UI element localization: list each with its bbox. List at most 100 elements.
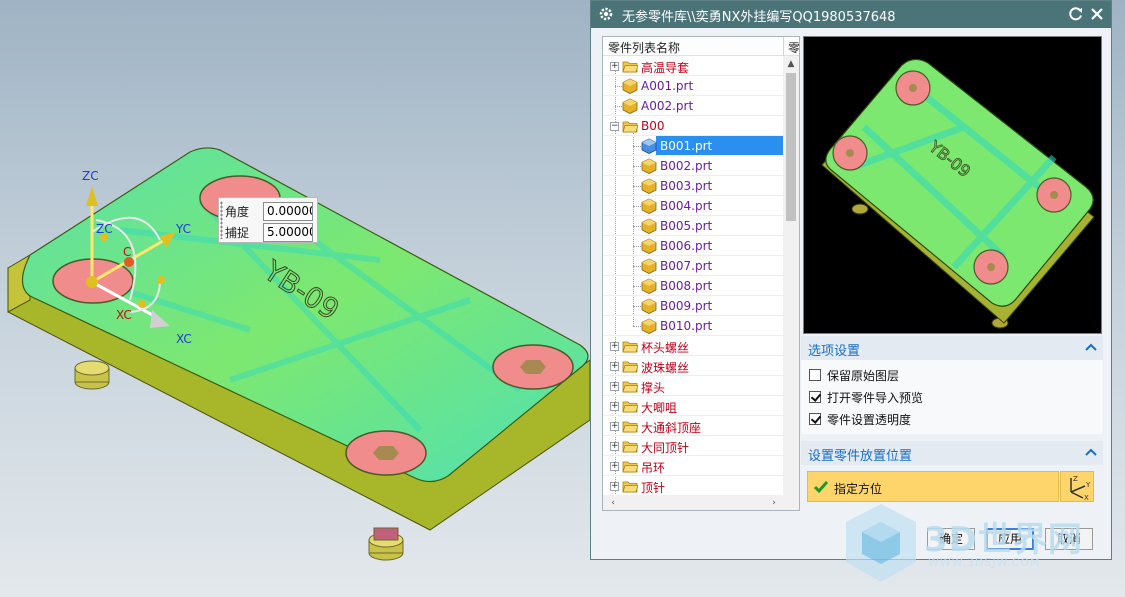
scroll-up-arrow[interactable]: ▲ <box>783 56 799 72</box>
tree-header: 零件列表名称 零 <box>603 37 799 56</box>
csys-dialog-button[interactable]: Z Y X <box>1060 471 1094 502</box>
tree-folder-item[interactable]: + 高温导套 <box>603 56 783 76</box>
expand-toggle-icon[interactable]: + <box>610 362 619 371</box>
tree-part-item[interactable]: A001.prt <box>603 76 783 96</box>
folder-icon <box>622 461 638 473</box>
tree-item-label: B006.prt <box>660 239 713 253</box>
folder-icon <box>622 441 638 453</box>
collapse-toggle-icon[interactable]: − <box>610 122 619 131</box>
tree-part-item[interactable]: B007.prt <box>603 256 783 276</box>
gear-icon <box>599 7 613 21</box>
specify-orientation-label: 指定方位 <box>834 482 883 496</box>
open-preview-checkbox[interactable]: 打开零件导入预览 <box>809 388 923 406</box>
reset-icon[interactable] <box>1068 6 1084 22</box>
part-cube-icon <box>622 78 638 94</box>
tree-part-item[interactable]: B006.prt <box>603 236 783 256</box>
expand-toggle-icon[interactable]: + <box>610 462 619 471</box>
tree-column-2[interactable]: 零 <box>788 39 799 56</box>
axis-label-c: C <box>123 245 131 259</box>
part-cube-icon <box>641 198 657 214</box>
tree-folder-item[interactable]: + 杯头螺丝 <box>603 336 783 356</box>
close-icon[interactable] <box>1089 6 1105 22</box>
tree-item-label: 杯头螺丝 <box>641 341 690 355</box>
csys-icon: Z Y X <box>1070 475 1091 502</box>
tree-part-item[interactable]: A002.prt <box>603 96 783 116</box>
tree-folder-item[interactable]: + 顶针 <box>603 476 783 496</box>
tree-item-label: B008.prt <box>660 279 713 293</box>
tree-item-label: B005.prt <box>660 219 713 233</box>
checkbox-box[interactable] <box>809 413 821 425</box>
tree-folder-item[interactable]: + 大唧咀 <box>603 396 783 416</box>
tree-part-item[interactable]: B008.prt <box>603 276 783 296</box>
keep-original-layer-checkbox[interactable]: 保留原始图层 <box>809 366 899 384</box>
angle-input[interactable]: 0.00000 <box>263 201 313 221</box>
folder-icon <box>622 361 638 373</box>
tree-item-label: 波珠螺丝 <box>641 361 690 375</box>
folder-icon <box>622 421 638 433</box>
watermark-text: 3D世界网 <box>924 520 1083 560</box>
plate-model: YB-09 ZC YC XC XC C ZC <box>7 147 590 561</box>
tree-item-label: B001.prt <box>660 139 713 153</box>
expand-toggle-icon[interactable]: + <box>610 482 619 491</box>
checkbox-label: 零件设置透明度 <box>827 412 912 427</box>
svg-text:Y: Y <box>1085 481 1091 489</box>
part-transparency-checkbox[interactable]: 零件设置透明度 <box>809 410 911 428</box>
tree-part-item[interactable]: B009.prt <box>603 296 783 316</box>
check-icon <box>814 481 828 494</box>
expand-toggle-icon[interactable]: + <box>610 342 619 351</box>
tree-folder-item[interactable]: + 大通斜顶座 <box>603 416 783 436</box>
collapse-chevron-icon[interactable] <box>1085 342 1097 352</box>
expand-toggle-icon[interactable]: + <box>610 422 619 431</box>
tree-item-label: 高温导套 <box>641 61 690 75</box>
part-tree[interactable]: 零件列表名称 零 + 高温导套 A001.prt A002.prt − B00 B001.p… <box>602 36 800 511</box>
tree-part-item[interactable]: B002.prt <box>603 156 783 176</box>
tree-horizontal-scrollbar[interactable]: ‹ › <box>603 495 799 510</box>
watermark-cube-logo <box>846 504 916 582</box>
tree-item-label: A001.prt <box>641 79 694 93</box>
tree-part-item[interactable]: B005.prt <box>603 216 783 236</box>
tree-rows: + 高温导套 A001.prt A002.prt − B00 B001.prt B002.pr… <box>603 56 783 496</box>
part-cube-icon <box>641 218 657 234</box>
tree-part-item[interactable]: B003.prt <box>603 176 783 196</box>
part-cube-icon <box>622 98 638 114</box>
tree-part-item[interactable]: B004.prt <box>603 196 783 216</box>
options-section-title: 选项设置 <box>808 344 861 359</box>
tree-folder-item[interactable]: + 大同顶针 <box>603 436 783 456</box>
tree-folder-item[interactable]: + 吊环 <box>603 456 783 476</box>
tree-part-item[interactable]: B010.prt <box>603 316 783 336</box>
tree-folder-item[interactable]: − B00 <box>603 116 783 136</box>
dialog-titlebar[interactable]: 无参零件库\\奕勇NX外挂编写QQ1980537648 <box>591 1 1111 28</box>
axis-label-yc: YC <box>175 222 191 236</box>
axis-label-zc-small: ZC <box>96 222 113 236</box>
scroll-right-arrow[interactable]: › <box>766 495 782 511</box>
specify-orientation-row[interactable]: 指定方位 <box>807 471 1059 502</box>
tree-item-label: 顶针 <box>641 481 666 495</box>
expand-toggle-icon[interactable]: + <box>610 402 619 411</box>
scroll-left-arrow[interactable]: ‹ <box>605 495 621 511</box>
expand-toggle-icon[interactable]: + <box>610 62 619 71</box>
checkbox-box[interactable] <box>809 369 821 381</box>
part-library-dialog: 无参零件库\\奕勇NX外挂编写QQ1980537648 零件列表名称 零 + 高温… <box>590 0 1112 560</box>
tree-item-label: 大通斜顶座 <box>641 421 702 435</box>
part-cube-icon <box>641 318 657 334</box>
tree-vertical-scrollbar[interactable]: ▲ <box>783 56 799 496</box>
tree-part-item[interactable]: B001.prt <box>603 136 783 156</box>
scroll-thumb[interactable] <box>786 73 796 221</box>
tree-column-name[interactable]: 零件列表名称 <box>608 39 680 56</box>
tree-folder-item[interactable]: + 撑头 <box>603 376 783 396</box>
folder-icon <box>622 381 638 393</box>
expand-toggle-icon[interactable]: + <box>610 442 619 451</box>
expand-toggle-icon[interactable]: + <box>610 382 619 391</box>
tree-item-label: B003.prt <box>660 179 713 193</box>
folder-icon <box>622 341 638 353</box>
part-preview: YB-09 <box>803 36 1102 334</box>
graphics-viewport[interactable]: YB-09 ZC YC XC XC C ZC 角度 0.00000 捕捉 5.0… <box>0 0 590 597</box>
options-section-header[interactable]: 选项设置 <box>801 336 1103 360</box>
checkbox-box[interactable] <box>809 391 821 403</box>
popup-drag-grip[interactable] <box>220 201 223 239</box>
tree-folder-item[interactable]: + 波珠螺丝 <box>603 356 783 376</box>
folder-icon <box>622 481 638 493</box>
snap-input[interactable]: 5.00000 <box>263 222 313 242</box>
selected-part-icon <box>641 138 657 154</box>
checkbox-label: 打开零件导入预览 <box>827 390 924 405</box>
